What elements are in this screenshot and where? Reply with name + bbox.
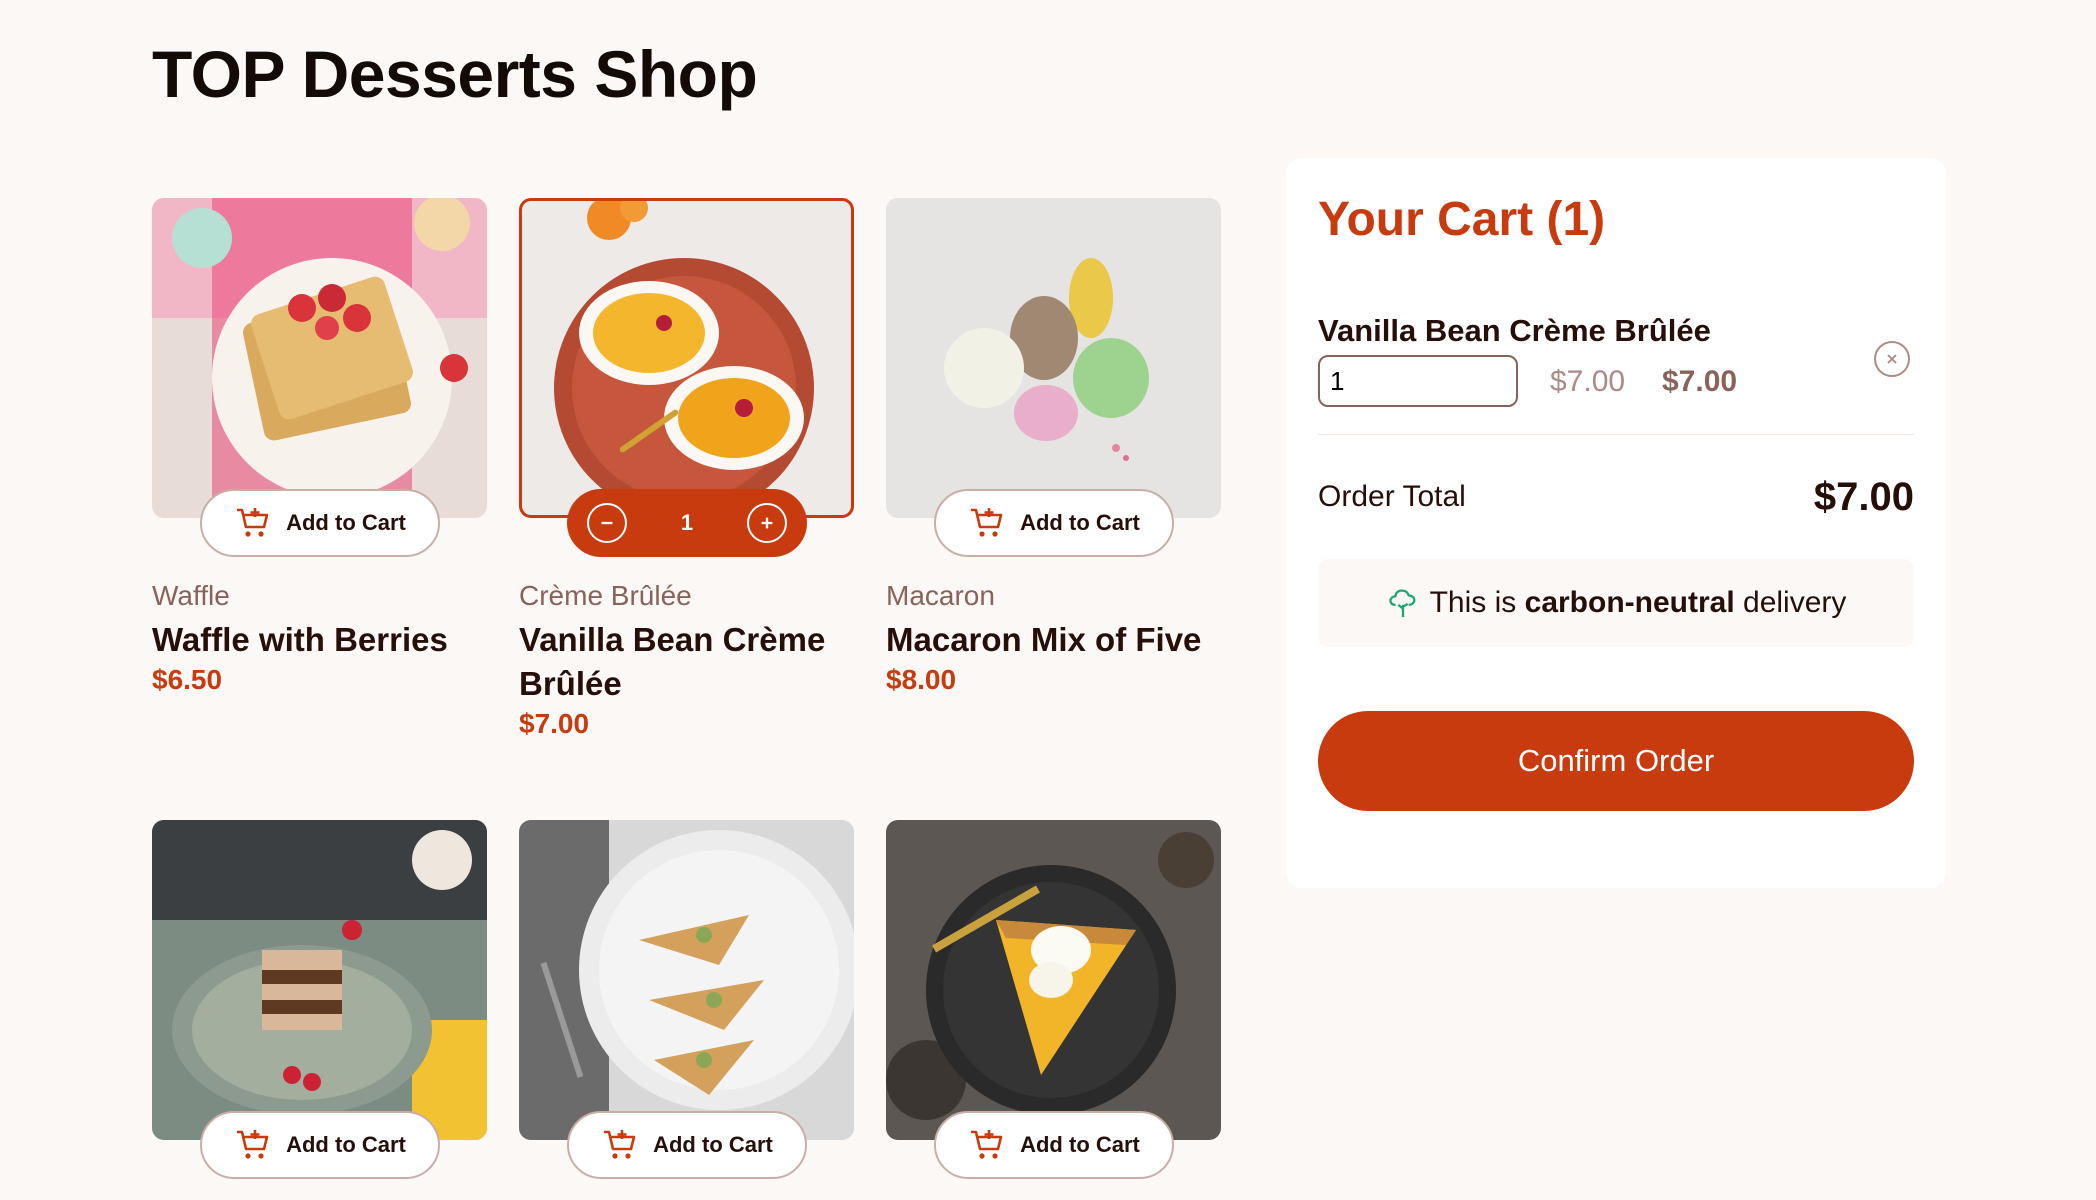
remove-item-button[interactable] [1874, 341, 1910, 377]
cart-quantity-input[interactable] [1318, 355, 1518, 407]
cart-item-unit-price: $7.00 [1550, 365, 1626, 398]
carbon-suffix: delivery [1743, 586, 1847, 619]
carbon-bold: carbon-neutral [1524, 586, 1735, 619]
confirm-order-button[interactable]: Confirm Order [1318, 711, 1914, 811]
carbon-neutral-tree-icon [1388, 589, 1416, 618]
product-price: $6.50 [152, 664, 223, 695]
add-to-cart-label: Add to Cart [653, 1132, 773, 1157]
product-name: Vanilla Bean Crème Brûlée [519, 621, 826, 702]
product-image-macaron [886, 198, 1221, 518]
cart-item: Vanilla Bean Crème Brûlée $7.00 $7.00 [1318, 313, 1914, 435]
add-to-cart-button[interactable]: Add to Cart [200, 489, 440, 557]
add-to-cart-label: Add to Cart [1020, 510, 1140, 535]
cart-panel: Your Cart (1) Vanilla Bean Crème Brûlée … [1286, 158, 1946, 888]
cart-plus-icon [968, 1127, 1004, 1163]
product-card-4: Add to Cart [152, 820, 487, 1180]
carbon-neutral-notice: This is carbon-neutral delivery [1318, 559, 1914, 647]
plus-icon [761, 517, 773, 529]
cart-plus-icon [601, 1127, 637, 1163]
cart-plus-icon [234, 505, 270, 541]
quantity-value: 1 [680, 510, 694, 535]
minus-icon [601, 521, 613, 525]
cart-item-line-total: $7.00 [1662, 365, 1738, 398]
page-title: TOP Desserts Shop [152, 37, 758, 111]
order-total-row: Order Total $7.00 [1318, 435, 1914, 559]
order-total-label: Order Total [1318, 480, 1466, 513]
add-to-cart-label: Add to Cart [286, 510, 406, 535]
product-image-waffle [152, 198, 487, 518]
order-total-value: $7.00 [1813, 474, 1914, 519]
product-category: Waffle [152, 580, 230, 611]
product-card-5: Add to Cart [519, 820, 854, 1180]
product-card-creme-brulee: 1 Crème Brûlée Vanilla Bean Crème Brûlée… [519, 198, 854, 750]
add-to-cart-label: Add to Cart [1020, 1132, 1140, 1157]
quantity-stepper: 1 [567, 489, 807, 557]
product-image-baklava [519, 820, 854, 1140]
product-card-6: Add to Cart [886, 820, 1221, 1180]
product-card-macaron: Add to Cart Macaron Macaron Mix of Five … [886, 198, 1221, 750]
cart-title: Your Cart (1) [1318, 193, 1606, 246]
product-card-waffle: Add to Cart Waffle Waffle with Berries $… [152, 198, 487, 750]
product-name: Macaron Mix of Five [886, 621, 1202, 658]
add-to-cart-button[interactable]: Add to Cart [934, 489, 1174, 557]
remove-icon [1887, 354, 1897, 364]
add-to-cart-button[interactable]: Add to Cart [567, 1111, 807, 1179]
carbon-prefix: This is [1429, 586, 1517, 619]
cart-item-name: Vanilla Bean Crème Brûlée [1318, 313, 1711, 348]
product-image-lemon-pie [886, 820, 1221, 1140]
decrement-button[interactable] [587, 503, 627, 543]
add-to-cart-button[interactable]: Add to Cart [200, 1111, 440, 1179]
product-name: Waffle with Berries [152, 621, 448, 658]
product-price: $7.00 [519, 708, 590, 739]
product-grid: Add to Cart Waffle Waffle with Berries $… [152, 198, 1221, 1180]
product-category: Crème Brûlée [519, 580, 692, 611]
add-to-cart-label: Add to Cart [286, 1132, 406, 1157]
product-image-tiramisu [152, 820, 487, 1140]
cart-plus-icon [234, 1127, 270, 1163]
product-image-creme-brulee [519, 198, 854, 518]
add-to-cart-button[interactable]: Add to Cart [934, 1111, 1174, 1179]
product-category: Macaron [886, 580, 995, 611]
increment-button[interactable] [747, 503, 787, 543]
product-price: $8.00 [886, 664, 957, 695]
cart-plus-icon [968, 505, 1004, 541]
